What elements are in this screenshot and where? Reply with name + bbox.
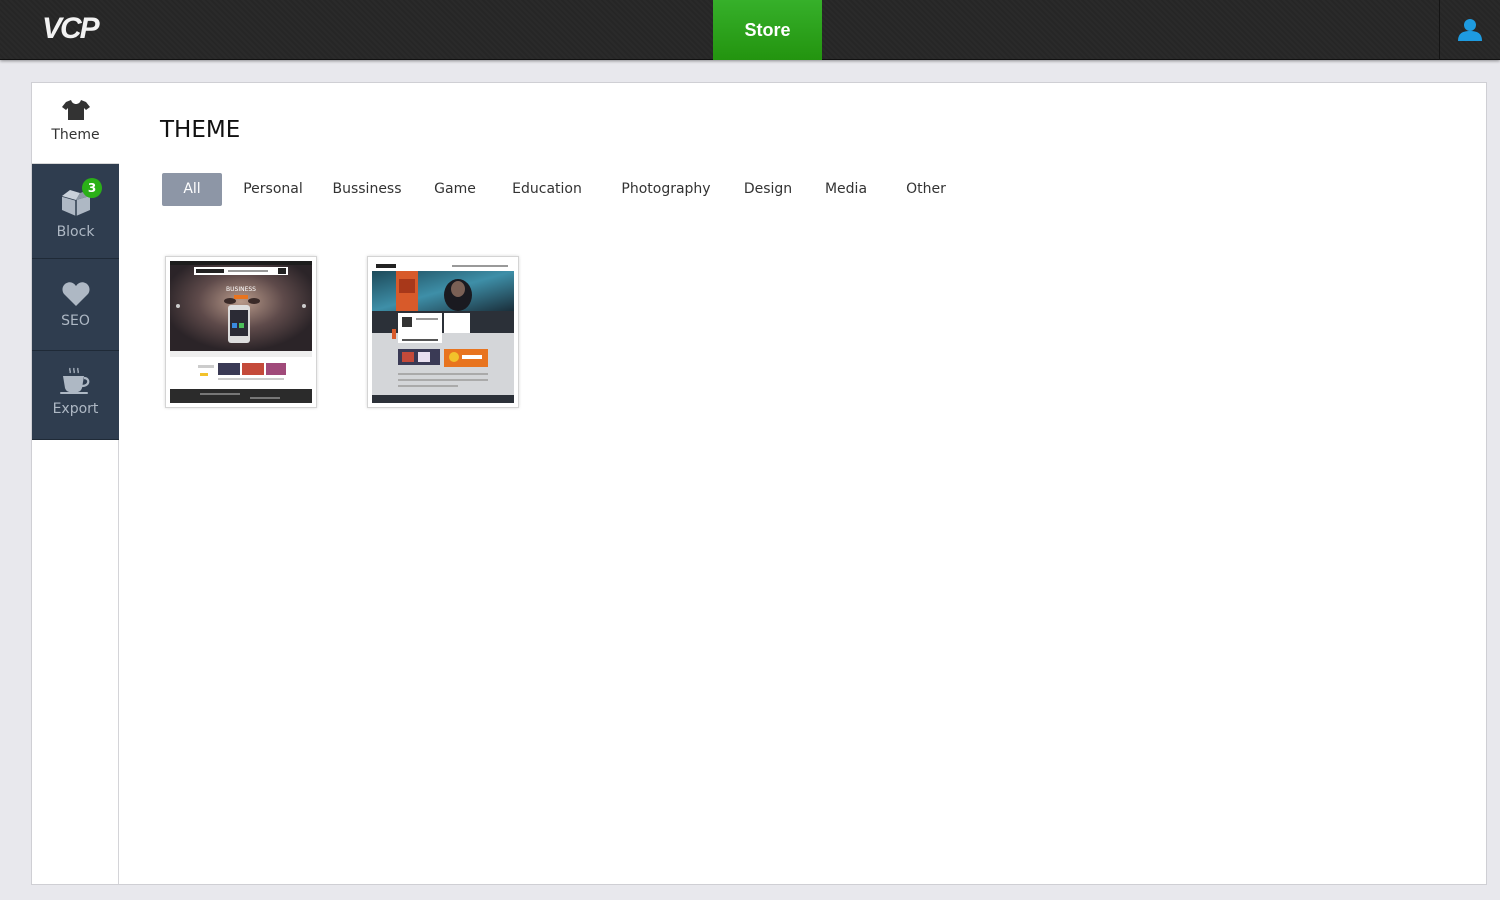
sidebar-item-block[interactable]: 3 Block — [32, 164, 119, 259]
theme-card-game[interactable] — [367, 256, 519, 408]
filter-education[interactable]: Education — [508, 173, 586, 206]
theme-preview-image: BUSINESS — [170, 261, 312, 403]
filter-business[interactable]: Bussiness — [328, 173, 406, 206]
sidebar-item-label: Export — [52, 401, 99, 417]
filter-all[interactable]: All — [162, 173, 222, 206]
filter-media[interactable]: Media — [818, 173, 874, 206]
theme-preview-label: BUSINESS — [226, 286, 256, 293]
top-bar: VCP Store — [0, 0, 1500, 60]
sidebar-item-theme[interactable]: Theme — [32, 83, 119, 164]
page-title: THEME — [160, 117, 241, 143]
theme-preview-image — [372, 261, 514, 403]
user-icon — [1458, 19, 1482, 41]
sidebar-item-label: Theme — [51, 127, 100, 143]
block-count-badge: 3 — [82, 178, 102, 198]
filter-game[interactable]: Game — [428, 173, 482, 206]
store-button[interactable]: Store — [713, 0, 822, 60]
heart-icon — [61, 282, 90, 306]
filter-personal[interactable]: Personal — [238, 173, 308, 206]
filter-other[interactable]: Other — [898, 173, 954, 206]
sidebar-item-export[interactable]: Export — [32, 351, 119, 440]
sidebar-item-label: Block — [56, 224, 95, 240]
main-panel: Theme 3 Block SEO Export THEME All Perso… — [31, 82, 1487, 885]
sidebar: Theme 3 Block SEO Export — [32, 83, 119, 440]
app-logo[interactable]: VCP — [42, 12, 100, 46]
filter-photography[interactable]: Photography — [618, 173, 714, 206]
theme-card-business[interactable]: BUSINESS — [165, 256, 317, 408]
user-account-button[interactable] — [1439, 0, 1500, 60]
sidebar-item-seo[interactable]: SEO — [32, 259, 119, 351]
filter-design[interactable]: Design — [738, 173, 798, 206]
sidebar-item-label: SEO — [61, 313, 90, 329]
tshirt-icon — [61, 100, 90, 120]
coffee-cup-icon — [59, 367, 89, 394]
